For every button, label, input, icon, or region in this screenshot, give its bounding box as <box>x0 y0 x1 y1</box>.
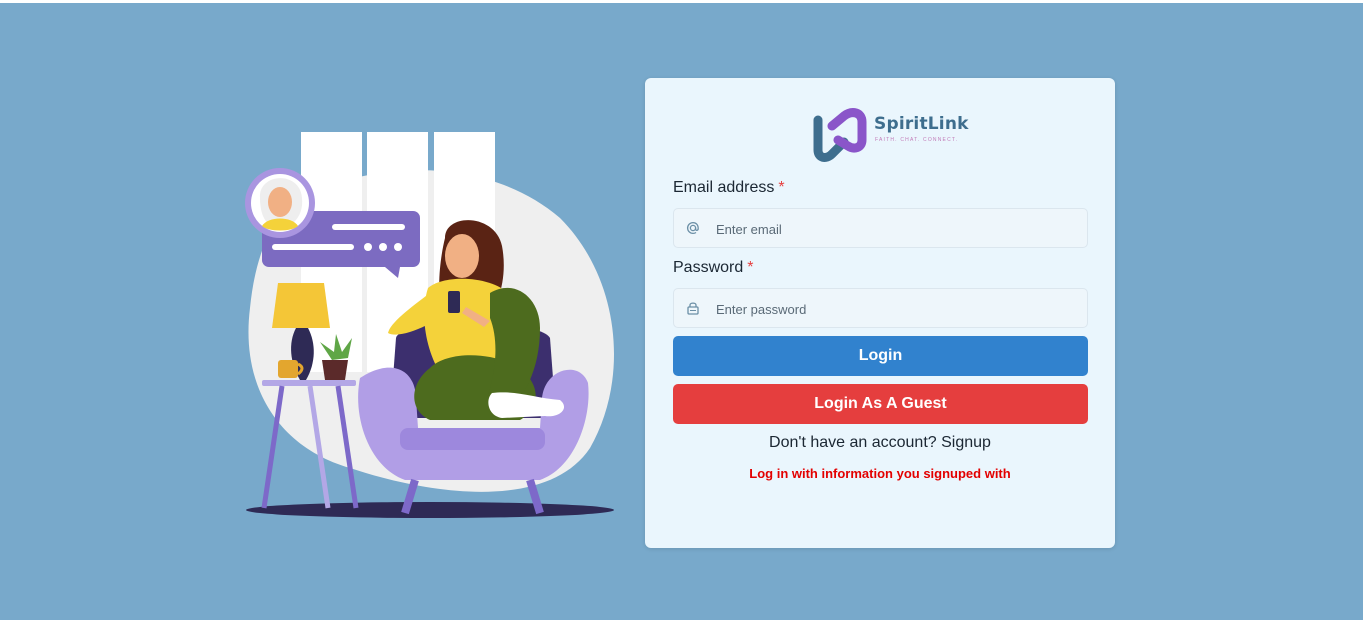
chat-illustration <box>245 132 614 518</box>
lock-icon <box>687 302 699 315</box>
spiritlink-logo-icon <box>813 108 867 162</box>
password-required-mark: * <box>747 259 754 276</box>
login-card: SpiritLink FAITH. CHAT. CONNECT. Email a… <box>645 78 1115 548</box>
email-input[interactable] <box>714 209 1078 249</box>
email-field[interactable] <box>673 208 1088 249</box>
brand-tagline: FAITH. CHAT. CONNECT. <box>875 137 959 143</box>
email-label-text: Email address <box>673 179 775 196</box>
signup-prompt: Don't have an account? Signup <box>645 434 1115 452</box>
login-hint: Log in with information you signuped wit… <box>749 466 1011 481</box>
at-sign-icon <box>686 221 699 235</box>
signup-prompt-text: Don't have an account? <box>769 434 937 451</box>
password-label: Password * <box>673 259 753 277</box>
login-button[interactable]: Login <box>673 336 1088 376</box>
password-field[interactable] <box>673 288 1088 329</box>
login-as-guest-button[interactable]: Login As A Guest <box>673 384 1088 424</box>
email-required-mark: * <box>778 179 785 196</box>
brand-name: SpiritLink <box>874 114 969 134</box>
signup-link[interactable]: Signup <box>941 434 991 451</box>
email-label: Email address * <box>673 179 785 197</box>
top-border <box>0 0 1363 3</box>
password-label-text: Password <box>673 259 744 276</box>
password-input[interactable] <box>714 289 1078 329</box>
brand-logo: SpiritLink FAITH. CHAT. CONNECT. <box>812 102 968 162</box>
